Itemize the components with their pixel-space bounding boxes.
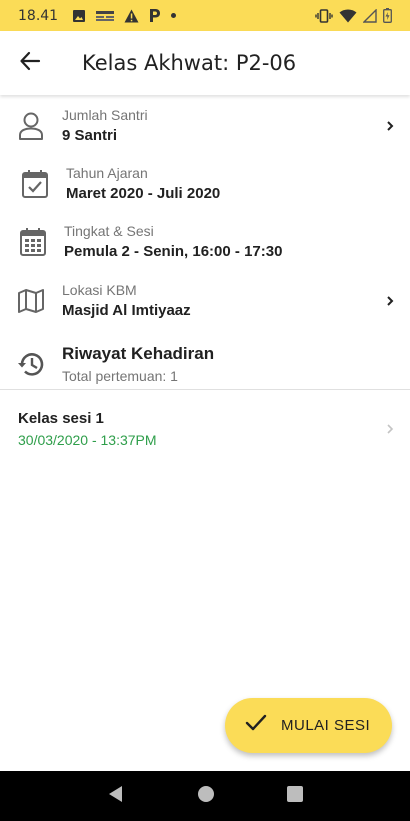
session-datetime: 30/03/2020 - 13:37PM: [18, 431, 157, 448]
map-icon: [0, 288, 62, 314]
status-bar: 18.41: [0, 0, 410, 31]
start-session-label: MULAI SESI: [281, 717, 371, 734]
dot-icon: [171, 13, 177, 18]
person-icon: [0, 111, 62, 141]
chevron-right-icon: [370, 295, 410, 307]
info-row-level-session: Tingkat & Sesi Pemula 2 - Senin, 16:00 -…: [0, 213, 410, 271]
wifi-icon: [339, 9, 357, 23]
check-icon: [245, 714, 267, 737]
info-row-students[interactable]: Jumlah Santri 9 Santri: [0, 97, 410, 155]
info-row-location[interactable]: Lokasi KBM Masjid Al Imtiyaaz: [0, 271, 410, 331]
start-session-button[interactable]: MULAI SESI: [225, 698, 392, 753]
history-title: Riwayat Kehadiran: [62, 343, 215, 363]
info-row-academic-year: Tahun Ajaran Maret 2020 - Juli 2020: [0, 155, 410, 213]
nav-recents-icon[interactable]: [286, 785, 304, 808]
calendar-grid-icon: [2, 227, 64, 257]
class-info-list: Jumlah Santri 9 Santri Tahun Ajaran Mare…: [0, 97, 410, 331]
back-button[interactable]: [0, 31, 60, 95]
info-label: Jumlah Santri: [62, 107, 148, 123]
status-notification-icons: [72, 8, 177, 23]
battery-icon: [383, 8, 392, 23]
status-time: 18.41: [18, 7, 59, 24]
app-bar: Kelas Akhwat: P2-06: [0, 31, 410, 95]
parking-icon: [149, 8, 161, 23]
nav-home-icon[interactable]: [197, 785, 215, 808]
page-title: Kelas Akhwat: P2-06: [82, 51, 297, 75]
info-value: Maret 2020 - Juli 2020: [66, 185, 221, 202]
chevron-right-icon: [370, 423, 410, 435]
arrow-left-icon: [19, 50, 41, 77]
warning-icon: [124, 9, 139, 23]
history-icon: [0, 350, 62, 378]
chevron-right-icon: [370, 120, 410, 132]
vibrate-icon: [315, 8, 333, 23]
info-value: 9 Santri: [62, 127, 118, 144]
history-subtitle: Total pertemuan: 1: [62, 367, 178, 384]
info-value: Masjid Al Imtiyaaz: [62, 302, 191, 319]
system-navigation-bar: [0, 771, 410, 821]
image-icon: [72, 9, 86, 23]
session-title: Kelas sesi 1: [18, 409, 104, 427]
info-label: Lokasi KBM: [62, 282, 137, 298]
info-label: Tahun Ajaran: [66, 165, 148, 181]
session-list-item[interactable]: Kelas sesi 1 30/03/2020 - 13:37PM: [0, 400, 410, 458]
info-value: Pemula 2 - Senin, 16:00 - 17:30: [64, 243, 283, 260]
status-system-icons: [315, 8, 392, 23]
info-label: Tingkat & Sesi: [64, 223, 154, 239]
attendance-history-header: Riwayat Kehadiran Total pertemuan: 1: [0, 338, 410, 390]
nav-back-icon[interactable]: [106, 784, 126, 809]
signal-icon: [363, 8, 377, 23]
calendar-check-icon: [4, 169, 66, 199]
news-icon: [96, 10, 115, 22]
